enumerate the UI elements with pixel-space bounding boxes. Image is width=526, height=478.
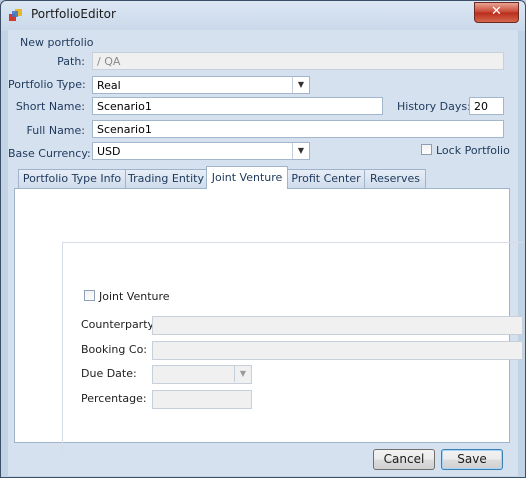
due-date-label: Due Date: xyxy=(81,367,137,380)
history-days-label: History Days: xyxy=(397,100,471,113)
dropdown-arrow-icon: ▼ xyxy=(234,366,251,382)
joint-venture-tab-page: Joint Venture Counterparty: Booking Co: … xyxy=(14,188,523,453)
full-name-label: Full Name: xyxy=(26,124,85,137)
due-date-picker: ▼ xyxy=(152,365,252,384)
tab-reserves[interactable]: Reserves xyxy=(364,169,426,188)
close-button[interactable]: ✕ xyxy=(474,2,519,23)
tab-profit-center[interactable]: Profit Center xyxy=(287,169,365,188)
counterparty-label: Counterparty: xyxy=(81,318,157,331)
save-button[interactable]: Save xyxy=(441,449,503,470)
tab-strip: Portfolio Type Info Trading Entity Joint… xyxy=(18,166,512,189)
portfolio-type-value: Real xyxy=(97,79,121,92)
short-name-input[interactable]: Scenario1 xyxy=(92,97,383,115)
booking-co-input xyxy=(152,341,523,360)
history-days-input[interactable]: 20 xyxy=(469,97,504,115)
path-field: / QA xyxy=(92,52,504,70)
portfolio-type-select[interactable]: Real ▼ xyxy=(92,76,310,94)
app-icon xyxy=(9,9,22,21)
full-name-input[interactable]: Scenario1 xyxy=(92,120,504,138)
tab-trading-entity[interactable]: Trading Entity xyxy=(125,169,207,188)
percentage-label: Percentage: xyxy=(81,392,147,405)
window-title: PortfolioEditor xyxy=(31,7,116,21)
base-currency-label: Base Currency: xyxy=(8,147,91,160)
base-currency-value: USD xyxy=(97,145,121,158)
path-label: Path: xyxy=(57,55,85,68)
title-bar[interactable]: PortfolioEditor ✕ xyxy=(1,1,525,29)
lock-portfolio-label: Lock Portfolio xyxy=(436,144,510,157)
portfolio-editor-window: PortfolioEditor ✕ New portfolio Path: / … xyxy=(0,0,526,478)
panel-header: New portfolio xyxy=(20,36,94,49)
base-currency-select[interactable]: USD ▼ xyxy=(92,142,310,160)
tab-portfolio-type-info[interactable]: Portfolio Type Info xyxy=(18,169,126,188)
booking-co-label: Booking Co: xyxy=(81,343,147,356)
portfolio-type-label: Portfolio Type: xyxy=(8,78,86,91)
short-name-label: Short Name: xyxy=(15,100,85,113)
tab-joint-venture[interactable]: Joint Venture xyxy=(206,166,288,189)
counterparty-input xyxy=(152,316,523,335)
joint-venture-group: Joint Venture Counterparty: Booking Co: … xyxy=(62,242,523,453)
lock-portfolio-checkbox[interactable] xyxy=(421,144,432,155)
client-area: New portfolio Path: / QA Portfolio Type:… xyxy=(8,30,523,476)
close-icon: ✕ xyxy=(491,4,502,19)
joint-venture-checkbox[interactable] xyxy=(84,290,95,301)
dropdown-arrow-icon[interactable]: ▼ xyxy=(292,143,309,159)
dropdown-arrow-icon[interactable]: ▼ xyxy=(292,77,309,93)
cancel-button[interactable]: Cancel xyxy=(373,449,435,470)
percentage-input xyxy=(152,390,252,409)
joint-venture-checkbox-label: Joint Venture xyxy=(99,290,170,303)
